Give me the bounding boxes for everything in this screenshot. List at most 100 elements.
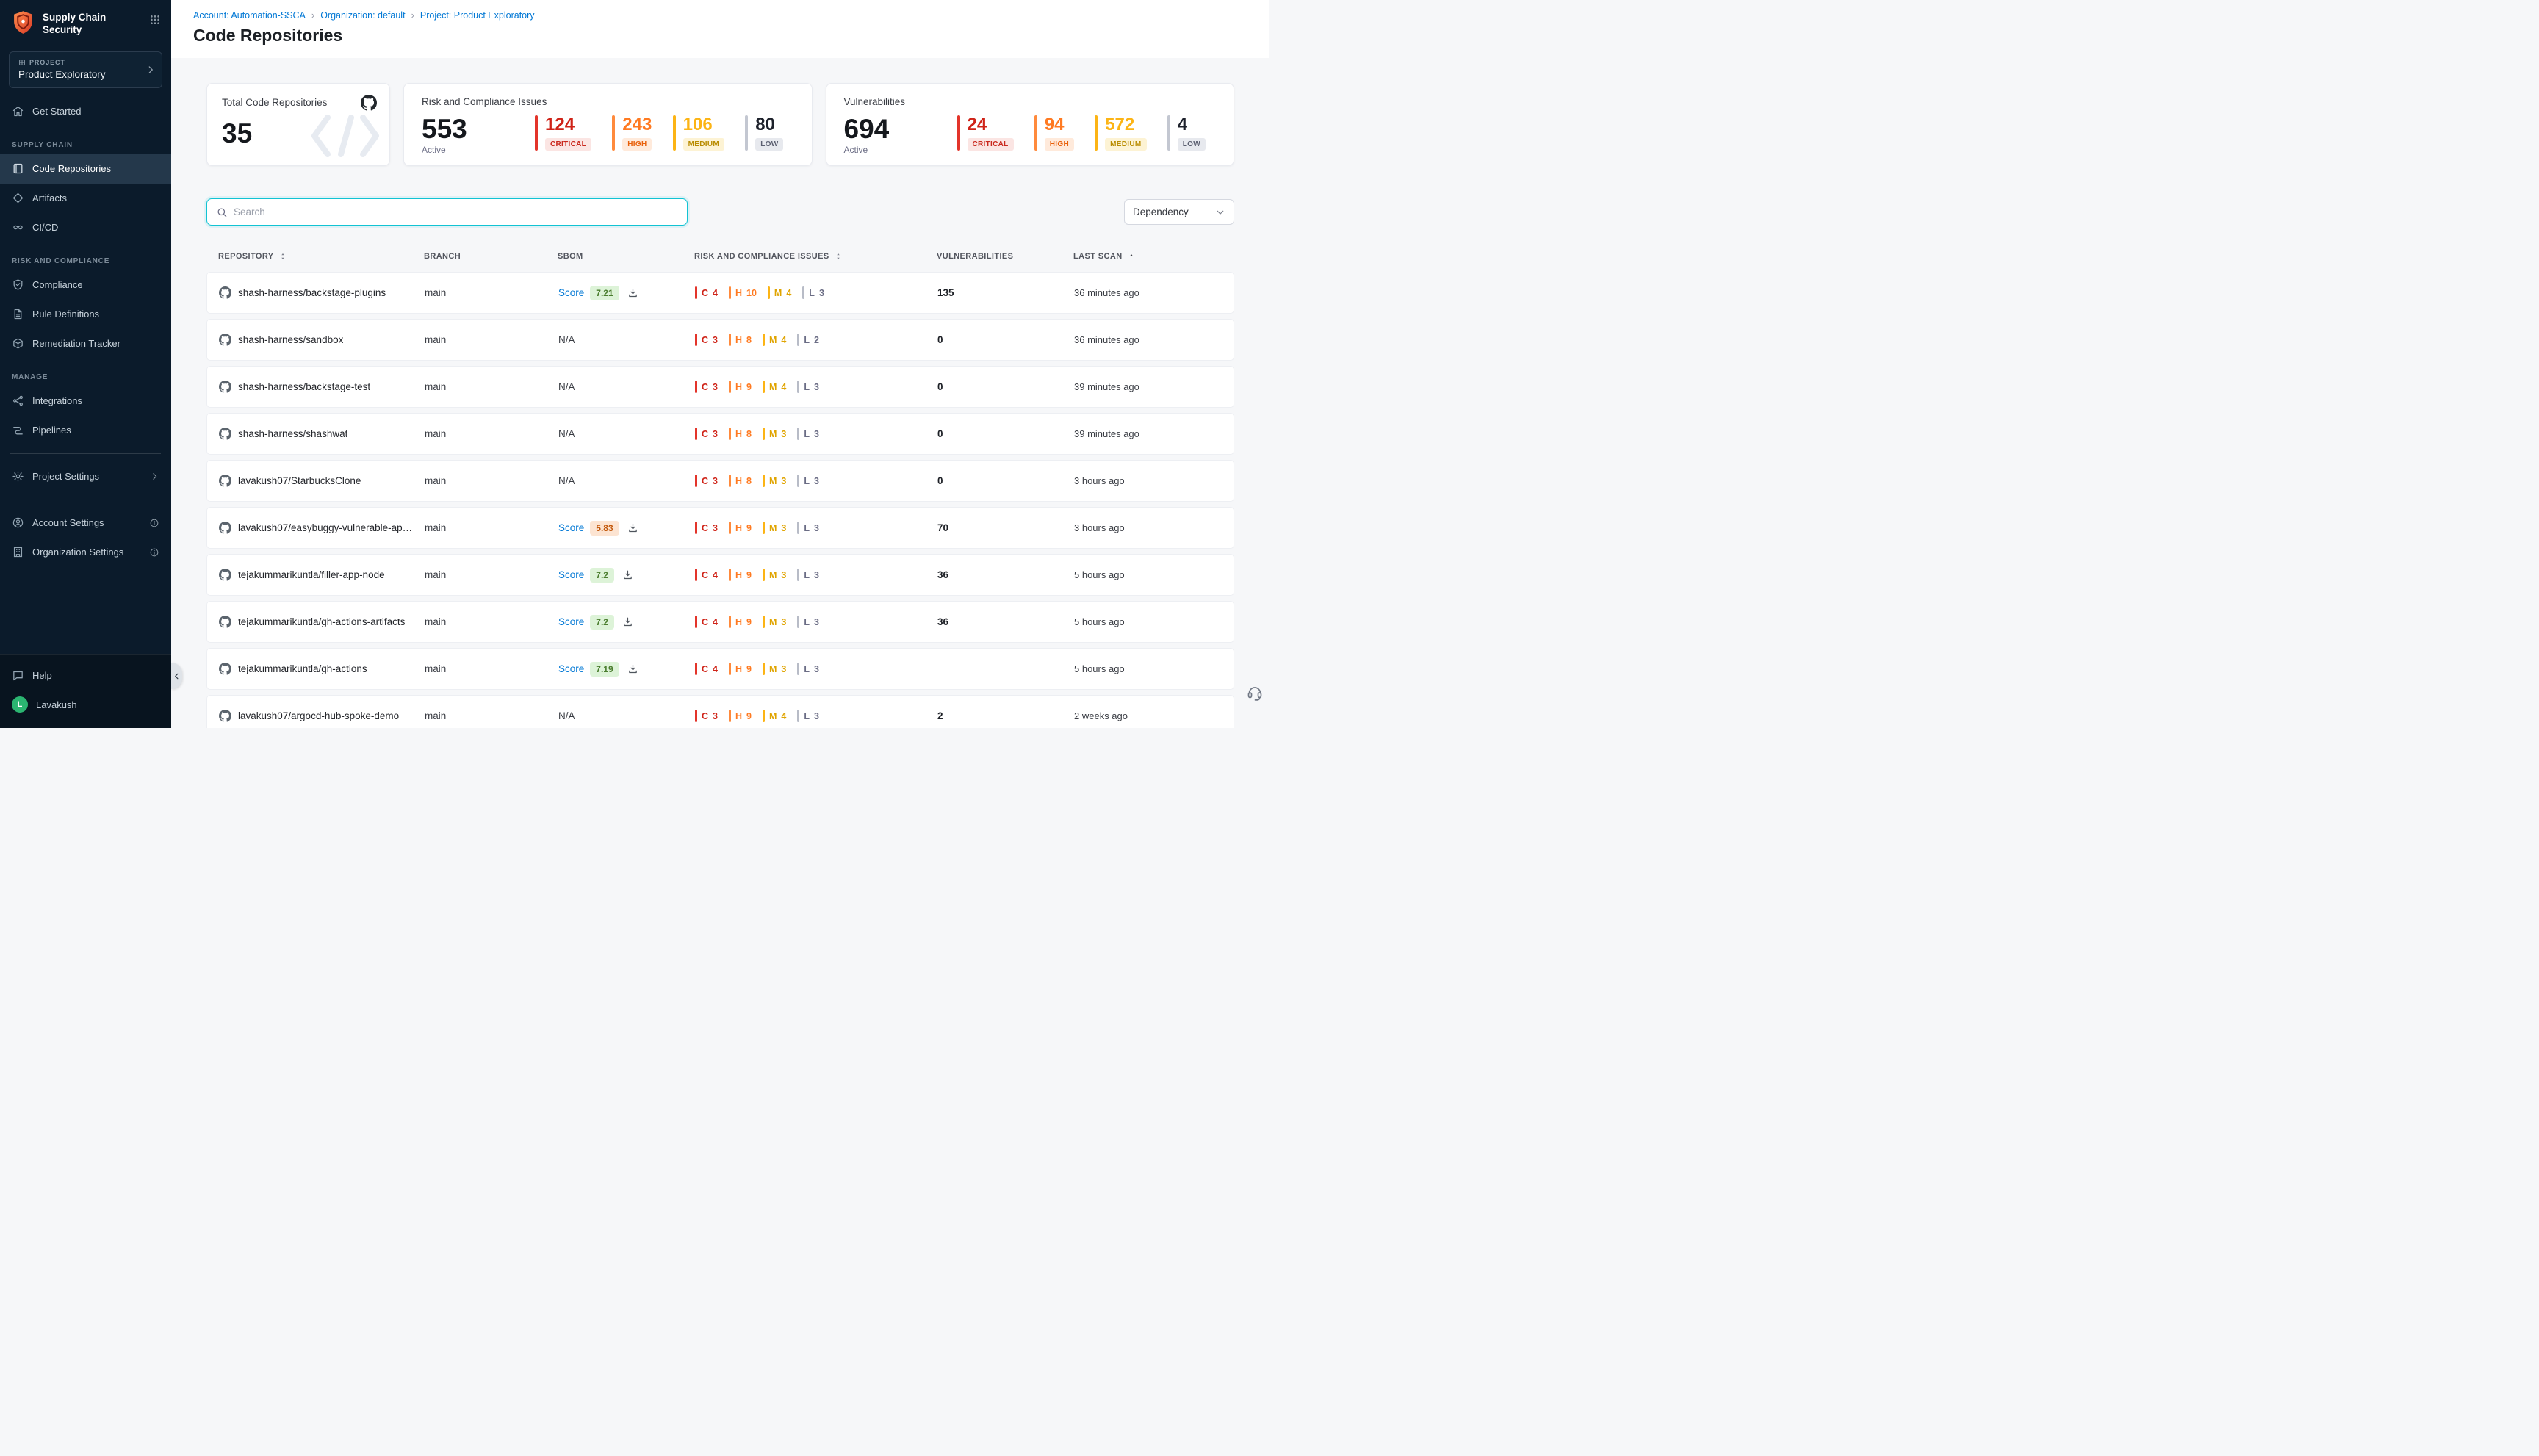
github-icon (219, 286, 231, 299)
sbom-score-link[interactable]: Score (558, 616, 584, 627)
artifacts-icon (12, 192, 24, 204)
severity-letter: L (804, 382, 810, 392)
severity-bar (1167, 115, 1170, 151)
cicd-icon (12, 221, 24, 234)
table-row[interactable]: lavakush07/argocd-hub-spoke-demo main N/… (206, 695, 1234, 728)
repo-name[interactable]: lavakush07/easybuggy-vulnerable-app... (238, 522, 414, 533)
repo-name[interactable]: shash-harness/backstage-test (238, 381, 370, 392)
organization-icon (12, 546, 24, 558)
user-name: Lavakush (36, 699, 77, 710)
severity-count: 9 (746, 570, 752, 580)
search-input[interactable] (234, 206, 678, 217)
severity-count: 3 (781, 617, 786, 627)
severity-medium: M4 (763, 710, 786, 722)
sidebar-item-rule-definitions[interactable]: Rule Definitions (0, 300, 171, 329)
sbom-score-link[interactable]: Score (558, 569, 584, 580)
repo-name[interactable]: lavakush07/argocd-hub-spoke-demo (238, 710, 399, 721)
download-icon[interactable] (627, 663, 638, 674)
sidebar-item-organization-settings[interactable]: Organization Settings (0, 538, 171, 567)
severity-letter: H (735, 382, 742, 392)
risk-cell: C4 H9 M3 L3 (695, 569, 937, 581)
sidebar-item-label: Remediation Tracker (32, 338, 120, 349)
sbom-score-link[interactable]: Score (558, 287, 584, 298)
table-row[interactable]: shash-harness/sandbox main N/A C3 H8 M4 … (206, 319, 1234, 361)
sbom-na: N/A (558, 381, 575, 392)
severity-letter: M (774, 288, 782, 298)
sidebar-item-project-settings[interactable]: Project Settings (0, 462, 171, 491)
sort-ascending-icon[interactable] (1127, 252, 1136, 261)
repo-cell: tejakummarikuntla/filler-app-node (219, 569, 425, 581)
sidebar-item-user[interactable]: L Lavakush (0, 690, 171, 719)
sbom-na: N/A (558, 710, 575, 721)
column-header-repository[interactable]: REPOSITORY (218, 252, 424, 261)
severity-letter: C (702, 288, 708, 298)
repo-name[interactable]: tejakummarikuntla/filler-app-node (238, 569, 385, 580)
column-header-last-scan[interactable]: LAST SCAN (1073, 252, 1222, 261)
severity-bar (673, 115, 676, 151)
sidebar-item-integrations[interactable]: Integrations (0, 386, 171, 416)
table-row[interactable]: tejakummarikuntla/gh-actions main Score7… (206, 648, 1234, 690)
breadcrumb-separator: › (311, 10, 314, 21)
sidebar-item-label: Rule Definitions (32, 309, 99, 320)
sidebar-item-label: Project Settings (32, 471, 99, 482)
vulnerabilities-count: 36 (937, 569, 1074, 580)
sidebar-item-artifacts[interactable]: Artifacts (0, 184, 171, 213)
table-row[interactable]: shash-harness/backstage-plugins main Sco… (206, 272, 1234, 314)
table-row[interactable]: shash-harness/shashwat main N/A C3 H8 M3… (206, 413, 1234, 455)
repo-name[interactable]: shash-harness/backstage-plugins (238, 287, 386, 298)
repo-name[interactable]: tejakummarikuntla/gh-actions-artifacts (238, 616, 405, 627)
module-switcher-icon[interactable] (149, 10, 161, 28)
sort-icon[interactable] (278, 252, 287, 261)
severity-letter: C (702, 664, 708, 674)
filter-selected-value: Dependency (1133, 206, 1189, 217)
breadcrumb-account[interactable]: Account: Automation-SSCA (193, 10, 306, 21)
table-row[interactable]: lavakush07/StarbucksClone main N/A C3 H8… (206, 460, 1234, 502)
severity-critical: C4 (695, 616, 718, 628)
severity-letter: L (804, 429, 810, 439)
download-icon[interactable] (627, 522, 638, 533)
last-scan: 39 minutes ago (1074, 428, 1222, 439)
table-row[interactable]: tejakummarikuntla/filler-app-node main S… (206, 554, 1234, 596)
sidebar-item-help[interactable]: Help (0, 660, 171, 690)
severity-letter: L (804, 335, 810, 345)
column-header-risk[interactable]: RISK AND COMPLIANCE ISSUES (694, 252, 937, 261)
last-scan: 5 hours ago (1074, 663, 1222, 674)
download-icon[interactable] (622, 616, 633, 627)
sidebar-item-cicd[interactable]: CI/CD (0, 213, 171, 242)
sidebar-item-account-settings[interactable]: Account Settings (0, 508, 171, 538)
table-row[interactable]: shash-harness/backstage-test main N/A C3… (206, 366, 1234, 408)
project-selector[interactable]: PROJECT Product Exploratory (9, 51, 162, 88)
severity-critical: C3 (695, 522, 718, 534)
sidebar-item-code-repositories[interactable]: Code Repositories (0, 154, 171, 184)
dependency-filter-dropdown[interactable]: Dependency (1124, 199, 1234, 225)
table-row[interactable]: lavakush07/easybuggy-vulnerable-app... m… (206, 507, 1234, 549)
stat-low: 4LOW (1167, 115, 1206, 151)
column-label: SBOM (558, 252, 583, 261)
repo-name[interactable]: lavakush07/StarbucksClone (238, 475, 361, 486)
repo-name[interactable]: tejakummarikuntla/gh-actions (238, 663, 367, 674)
card-title: Vulnerabilities (844, 96, 1217, 107)
breadcrumb-project[interactable]: Project: Product Exploratory (420, 10, 535, 21)
card-body: 694 Active 24CRITICAL 94HIGH 572MEDIUM 4… (844, 115, 1217, 155)
repo-name[interactable]: shash-harness/sandbox (238, 334, 343, 345)
severity-bar (729, 522, 731, 534)
sort-icon[interactable] (834, 252, 843, 261)
sbom-score-link[interactable]: Score (558, 663, 584, 674)
sidebar-item-remediation-tracker[interactable]: Remediation Tracker (0, 329, 171, 358)
severity-bar (729, 475, 731, 487)
vulnerabilities-count: 70 (937, 522, 1074, 533)
sidebar-item-compliance[interactable]: Compliance (0, 270, 171, 300)
sidebar-item-get-started[interactable]: Get Started (0, 97, 171, 126)
download-icon[interactable] (627, 287, 638, 298)
sidebar-item-pipelines[interactable]: Pipelines (0, 416, 171, 445)
support-headset-button[interactable] (1246, 683, 1264, 704)
severity-letter: C (702, 617, 708, 627)
severity-bar (729, 569, 731, 581)
download-icon[interactable] (622, 569, 633, 580)
sbom-score-link[interactable]: Score (558, 522, 584, 533)
breadcrumb-organization[interactable]: Organization: default (320, 10, 405, 21)
repo-name[interactable]: shash-harness/shashwat (238, 428, 347, 439)
page-header: Account: Automation-SSCA › Organization:… (171, 0, 1270, 58)
severity-bar (797, 381, 799, 393)
table-row[interactable]: tejakummarikuntla/gh-actions-artifacts m… (206, 601, 1234, 643)
